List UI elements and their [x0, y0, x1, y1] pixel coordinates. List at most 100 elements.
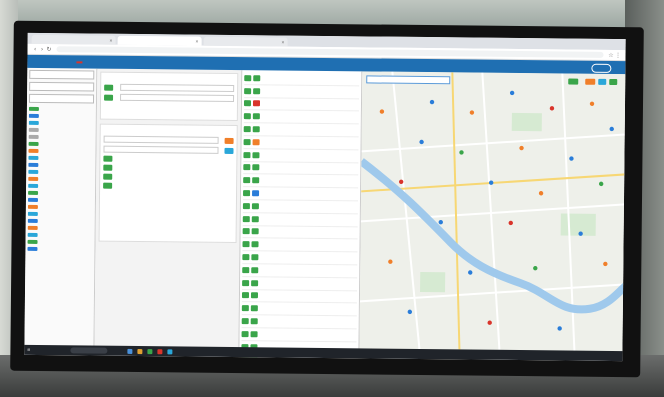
shop-list-row[interactable] — [242, 276, 358, 291]
map-tool-button[interactable] — [597, 78, 607, 85]
main-area — [24, 67, 626, 362]
tree-item[interactable] — [28, 141, 94, 147]
filter-select[interactable] — [29, 69, 95, 80]
category-badge — [252, 190, 260, 197]
close-icon[interactable]: × — [195, 39, 198, 44]
shop-list-row[interactable] — [241, 302, 357, 317]
shop-list-row[interactable] — [243, 174, 359, 189]
tree-item[interactable] — [27, 239, 93, 245]
back-icon[interactable]: ‹ — [32, 45, 39, 52]
tag — [103, 173, 113, 180]
browser-tab-active[interactable]: × — [117, 35, 202, 46]
shop-list-row[interactable] — [242, 264, 358, 279]
nav-item[interactable] — [61, 61, 67, 63]
browser-tab[interactable]: × — [31, 34, 116, 45]
tree-item[interactable] — [28, 113, 94, 119]
taskbar-app-icon[interactable] — [167, 348, 173, 354]
close-icon[interactable]: × — [281, 40, 284, 45]
shop-list-row[interactable] — [244, 84, 360, 99]
blue-button[interactable] — [224, 147, 234, 154]
shop-list-row[interactable] — [242, 187, 359, 202]
form-row — [103, 182, 233, 190]
shop-list-row[interactable] — [242, 200, 358, 215]
category-badge — [253, 87, 261, 94]
forward-icon[interactable]: › — [39, 45, 46, 52]
filter-select[interactable] — [29, 81, 95, 92]
tree-item[interactable] — [28, 169, 93, 175]
form-input[interactable] — [103, 145, 219, 154]
taskbar-app-icon[interactable] — [147, 348, 153, 354]
status-badge — [242, 215, 250, 222]
shop-list-row[interactable] — [241, 315, 357, 330]
tree-item[interactable] — [28, 162, 93, 168]
taskbar-app-icon[interactable] — [137, 348, 143, 354]
tree-item[interactable] — [27, 225, 93, 231]
shop-list-row[interactable] — [241, 328, 357, 343]
browser-tab[interactable]: × — [203, 36, 288, 47]
tree-item[interactable] — [28, 176, 93, 182]
monitor: × × × ‹ › ↻ ☆ ⋮ ⊞ — [10, 20, 644, 378]
header-pill-button[interactable] — [591, 63, 612, 73]
tree-item[interactable] — [28, 127, 94, 133]
category-badge — [250, 305, 258, 312]
close-icon[interactable]: × — [109, 38, 112, 43]
tree-item[interactable] — [27, 197, 93, 203]
status-badge — [242, 254, 250, 261]
shop-list-row[interactable] — [242, 225, 358, 240]
shop-list-row[interactable] — [243, 148, 359, 163]
tree-item[interactable] — [28, 148, 93, 154]
tag — [103, 164, 113, 171]
tree-item[interactable] — [28, 106, 94, 112]
map-canvas[interactable] — [359, 71, 626, 352]
status-badge — [242, 228, 250, 235]
label-button[interactable] — [104, 94, 114, 101]
windows-icon[interactable]: ⊞ — [27, 348, 30, 352]
nav-item[interactable] — [46, 61, 52, 63]
shop-list-row[interactable] — [244, 72, 360, 87]
taskbar-app-icon[interactable] — [157, 348, 163, 354]
status-badge — [243, 126, 251, 133]
tree-item[interactable] — [28, 183, 93, 189]
tree-item[interactable] — [28, 155, 93, 161]
tree-item[interactable] — [28, 134, 94, 140]
tree-item[interactable] — [27, 211, 93, 217]
map-tool-button[interactable] — [567, 78, 579, 85]
tree-item[interactable] — [27, 218, 93, 224]
nav-item[interactable] — [91, 62, 97, 64]
nav-item[interactable] — [121, 62, 127, 64]
map-tool-button[interactable] — [585, 78, 595, 85]
shop-list-row[interactable] — [243, 123, 359, 138]
form-input[interactable] — [120, 83, 235, 93]
taskbar-search[interactable] — [70, 347, 108, 354]
map-search-input[interactable] — [366, 74, 451, 84]
orange-button[interactable] — [224, 137, 234, 144]
shop-list-row[interactable] — [242, 251, 358, 266]
tree-item[interactable] — [27, 246, 92, 252]
star-icon[interactable]: ☆ — [607, 51, 614, 58]
taskbar-app-icon[interactable] — [127, 348, 133, 354]
nav-item[interactable] — [106, 62, 112, 64]
tree-item[interactable] — [27, 204, 93, 210]
map-panel[interactable] — [359, 71, 626, 362]
filter-select[interactable] — [28, 93, 95, 104]
form-select[interactable] — [103, 135, 219, 144]
tree-item[interactable] — [28, 190, 93, 196]
map-tool-button[interactable] — [608, 78, 618, 85]
shop-list-row[interactable] — [243, 110, 359, 125]
label-button[interactable] — [104, 84, 114, 91]
status-badge — [243, 164, 251, 171]
category-badge — [251, 241, 259, 248]
tree-item[interactable] — [28, 120, 94, 126]
reload-icon[interactable]: ↻ — [46, 46, 53, 53]
shop-list-row[interactable] — [243, 136, 359, 151]
tree-item[interactable] — [27, 232, 93, 238]
shop-list-row[interactable] — [242, 212, 358, 227]
shop-list-row[interactable] — [242, 238, 358, 253]
shop-list-row[interactable] — [243, 97, 360, 112]
status-badge — [243, 100, 252, 107]
shop-list-row[interactable] — [243, 161, 359, 176]
shop-list-row[interactable] — [241, 289, 358, 304]
nav-item-active[interactable] — [76, 61, 83, 64]
menu-icon[interactable]: ⋮ — [614, 52, 621, 59]
form-input[interactable] — [120, 93, 235, 103]
